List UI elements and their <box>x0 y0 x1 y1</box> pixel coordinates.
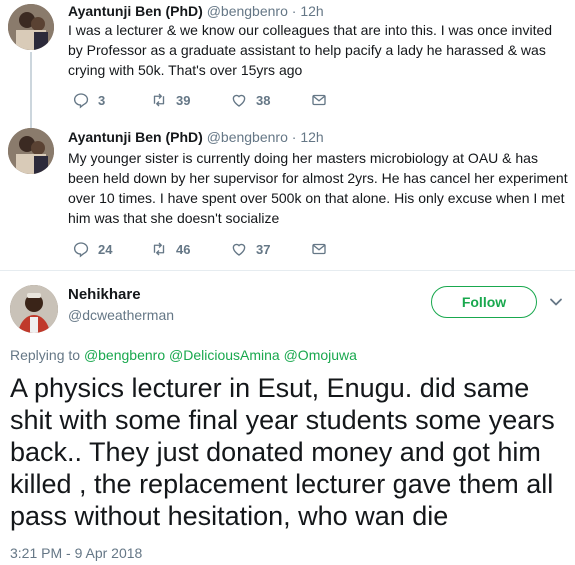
separator: · <box>291 129 297 145</box>
avatar[interactable] <box>8 128 54 174</box>
tweet-header: Ayantunji Ben (PhD) @bengbenro · 12h <box>68 2 324 20</box>
reply-button[interactable]: 24 <box>72 240 112 258</box>
avatar[interactable] <box>10 285 58 333</box>
reply-tweet[interactable]: Ayantunji Ben (PhD) @bengbenro · 12h I w… <box>0 0 575 122</box>
retweet-button[interactable]: 46 <box>150 240 190 258</box>
reply-icon <box>72 91 90 109</box>
handle[interactable]: @bengbenro <box>207 129 288 145</box>
avatar[interactable] <box>8 4 54 50</box>
tweet-actions: 3 39 38 <box>68 91 368 111</box>
timestamp[interactable]: 3:21 PM - 9 Apr 2018 <box>10 544 142 562</box>
like-button[interactable]: 37 <box>230 240 270 258</box>
divider <box>0 270 575 271</box>
direct-message-button[interactable] <box>310 91 328 109</box>
tweet-text: I was a lecturer & we know our colleague… <box>68 22 553 78</box>
retweet-count: 39 <box>176 92 191 108</box>
follow-button[interactable]: Follow <box>431 286 537 318</box>
tweet-header: Ayantunji Ben (PhD) @bengbenro · 12h <box>68 128 324 146</box>
like-icon <box>230 240 248 258</box>
reply-button[interactable]: 3 <box>72 91 105 109</box>
display-name[interactable]: Nehikhare <box>68 286 141 304</box>
reply-count: 24 <box>98 241 113 257</box>
reply-icon <box>72 240 90 258</box>
replying-prefix: Replying to <box>10 347 81 363</box>
like-count: 38 <box>256 92 271 108</box>
mention-link[interactable]: @DeliciousAmina <box>169 347 280 363</box>
tweet-text: A physics lecturer in Esut, Enugu. did s… <box>10 373 555 531</box>
direct-message-button[interactable] <box>310 240 328 258</box>
mention-link[interactable]: @Omojuwa <box>284 347 357 363</box>
reply-count: 3 <box>98 92 106 108</box>
tweet-time[interactable]: 12h <box>300 3 323 19</box>
like-icon <box>230 91 248 109</box>
tweet-actions: 24 46 37 <box>68 240 368 260</box>
like-count: 37 <box>256 241 271 257</box>
retweet-icon <box>150 240 168 258</box>
retweet-button[interactable]: 39 <box>150 91 190 109</box>
handle[interactable]: @dcweatherman <box>68 306 174 324</box>
direct-message-icon <box>310 240 328 258</box>
tweet-time[interactable]: 12h <box>300 129 323 145</box>
retweet-count: 46 <box>176 241 191 257</box>
direct-message-icon <box>310 91 328 109</box>
display-name[interactable]: Ayantunji Ben (PhD) <box>68 129 203 145</box>
display-name[interactable]: Ayantunji Ben (PhD) <box>68 3 203 19</box>
like-button[interactable]: 38 <box>230 91 270 109</box>
handle[interactable]: @bengbenro <box>207 3 288 19</box>
tweet-text: My younger sister is currently doing her… <box>68 150 568 226</box>
retweet-icon <box>150 91 168 109</box>
chevron-down-icon[interactable] <box>549 295 563 309</box>
reply-tweet[interactable]: Ayantunji Ben (PhD) @bengbenro · 12h My … <box>0 124 575 266</box>
replying-to: Replying to @bengbenro @DeliciousAmina @… <box>10 346 357 364</box>
separator: · <box>291 3 297 19</box>
mention-link[interactable]: @bengbenro <box>84 347 165 363</box>
